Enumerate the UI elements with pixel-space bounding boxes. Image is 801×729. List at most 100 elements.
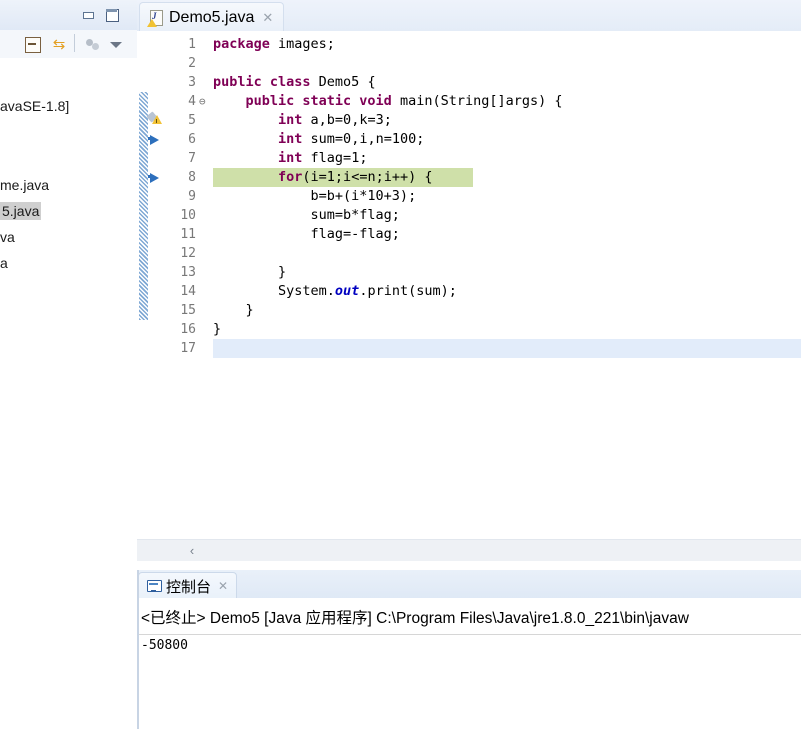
- console-tabbar: 控制台 ✕: [137, 570, 801, 599]
- code-line[interactable]: }: [213, 320, 221, 339]
- code-token: Demo5 {: [310, 74, 376, 90]
- line-number: 4: [188, 94, 196, 109]
- link-with-editor-icon[interactable]: ⇆: [50, 36, 68, 53]
- tree-item[interactable]: a: [0, 253, 8, 274]
- code-line[interactable]: sum=b*flag;: [213, 206, 400, 225]
- line-number: 12: [180, 246, 196, 261]
- code-line[interactable]: }: [213, 301, 254, 320]
- line-number: 15: [180, 303, 196, 318]
- console-screen-icon: [147, 579, 162, 593]
- console-process-header: <已终止> Demo5 [Java 应用程序] C:\Program Files…: [141, 610, 689, 627]
- line-number: 8: [188, 170, 196, 185]
- line-number: 5: [188, 113, 196, 128]
- line-number: 11: [180, 227, 196, 242]
- code-token: sum=0,i,n=100;: [302, 131, 425, 147]
- tree-item-label: avaSE-1.8]: [0, 98, 70, 114]
- console-body[interactable]: <已终止> Demo5 [Java 应用程序] C:\Program Files…: [137, 598, 801, 729]
- package-explorer-toolbar: ⇆: [0, 30, 137, 59]
- code-line[interactable]: public static void main(String[]args) {: [213, 92, 563, 111]
- console-left-border: [137, 570, 139, 729]
- line-number-ruler: 1 2 3 4 5 6 7 8 9 10 11 12 13 14 15 16 17: [166, 31, 200, 539]
- tab-demo5-java[interactable]: J Demo5.java ✕: [139, 2, 285, 32]
- code-token: for: [278, 169, 303, 185]
- code-token: int: [278, 131, 303, 147]
- editor-horizontal-scrollbar[interactable]: ‹: [137, 539, 801, 562]
- code-token: images;: [269, 36, 335, 52]
- code-token: package: [213, 36, 270, 52]
- code-line[interactable]: int a,b=0,k=3;: [213, 111, 392, 130]
- tree-item-label: me.java: [0, 177, 50, 193]
- line-number: 2: [188, 56, 196, 71]
- code-token: b=b+(i*10+3);: [213, 188, 417, 204]
- java-file-warning-icon: J: [147, 9, 163, 27]
- collapse-all-icon[interactable]: [24, 36, 42, 53]
- code-text[interactable]: package images; public class Demo5 { publ…: [213, 31, 801, 539]
- code-line[interactable]: flag=-flag;: [213, 225, 400, 244]
- implements-arrow-marker-icon[interactable]: [148, 169, 165, 185]
- current-line-highlight: [213, 339, 801, 358]
- implements-arrow-marker-icon[interactable]: [148, 131, 165, 147]
- code-line[interactable]: package images;: [213, 35, 335, 54]
- eclipse-workbench: ⇆ avaSE-1.8] me.java 5.java va a J Demo5.jav…: [0, 0, 801, 729]
- code-line[interactable]: int flag=1;: [213, 149, 367, 168]
- tree-item-label: 5.java: [0, 202, 42, 220]
- warning-marker-icon[interactable]: [146, 111, 165, 128]
- scroll-left-arrow-icon[interactable]: ‹: [183, 542, 201, 560]
- code-token: }: [213, 321, 222, 337]
- tree-item-label: va: [0, 229, 15, 245]
- code-line[interactable]: b=b+(i*10+3);: [213, 187, 417, 206]
- line-number: 6: [188, 132, 196, 147]
- code-line[interactable]: public class Demo5 {: [213, 73, 376, 92]
- line-number: 14: [180, 284, 196, 299]
- code-token: System.: [213, 283, 335, 299]
- close-icon[interactable]: ✕: [218, 579, 228, 593]
- line-number: 17: [180, 341, 196, 356]
- tree-item[interactable]: 5.java: [0, 201, 42, 222]
- tab-console[interactable]: 控制台 ✕: [138, 572, 238, 599]
- close-icon[interactable]: ✕: [262, 10, 273, 26]
- toolbar-divider: [74, 34, 75, 52]
- code-token: sum=b*flag;: [213, 207, 400, 223]
- code-token: public static void: [245, 93, 392, 109]
- code-token: (i=1;i<=n;i++) {: [302, 169, 433, 185]
- code-fold-toggle-icon[interactable]: ⊖: [199, 92, 210, 111]
- view-menu-dots-icon[interactable]: [84, 36, 102, 53]
- code-token: }: [213, 302, 254, 318]
- console-divider-line: [137, 634, 801, 635]
- code-token: }: [213, 264, 287, 280]
- console-view: 控制台 ✕ <已终止> Demo5 [Java 应用程序] C:\Program…: [137, 570, 801, 729]
- code-token: main(String[]args) {: [391, 93, 563, 109]
- line-number: 1: [188, 37, 196, 52]
- code-line[interactable]: int sum=0,i,n=100;: [213, 130, 424, 149]
- code-token: flag=1;: [302, 150, 368, 166]
- code-token: .print(sum);: [359, 283, 457, 299]
- maximize-view-button[interactable]: [104, 8, 120, 22]
- line-number: 16: [180, 322, 196, 337]
- tree-item[interactable]: me.java: [0, 175, 49, 196]
- package-explorer-tree[interactable]: avaSE-1.8] me.java 5.java va a: [0, 58, 137, 729]
- editor-tabbar: J Demo5.java ✕: [137, 0, 801, 32]
- code-token: out: [334, 283, 360, 299]
- code-editor[interactable]: 1 2 3 4 5 6 7 8 9 10 11 12 13 14 15 16 17 package images…: [137, 31, 801, 539]
- code-line[interactable]: System.out.print(sum);: [213, 282, 457, 301]
- minimize-view-button[interactable]: [80, 8, 96, 22]
- code-line[interactable]: for(i=1;i<=n;i++) {: [213, 168, 432, 187]
- tree-item[interactable]: va: [0, 227, 15, 248]
- code-line[interactable]: }: [213, 263, 286, 282]
- code-token: int: [278, 150, 303, 166]
- change-indicator-bar: [139, 92, 148, 320]
- chevron-down-icon[interactable]: [108, 36, 126, 53]
- code-token: public class: [213, 74, 311, 90]
- line-number: 10: [180, 208, 196, 223]
- line-number: 9: [188, 189, 196, 204]
- editor-tab-label: Demo5.java: [169, 8, 255, 26]
- gutter-divider: [210, 31, 211, 539]
- tree-item[interactable]: avaSE-1.8]: [0, 96, 69, 117]
- change-ruler: [139, 31, 148, 539]
- code-token: a,b=0,k=3;: [302, 112, 392, 128]
- console-output: -50800: [141, 638, 188, 653]
